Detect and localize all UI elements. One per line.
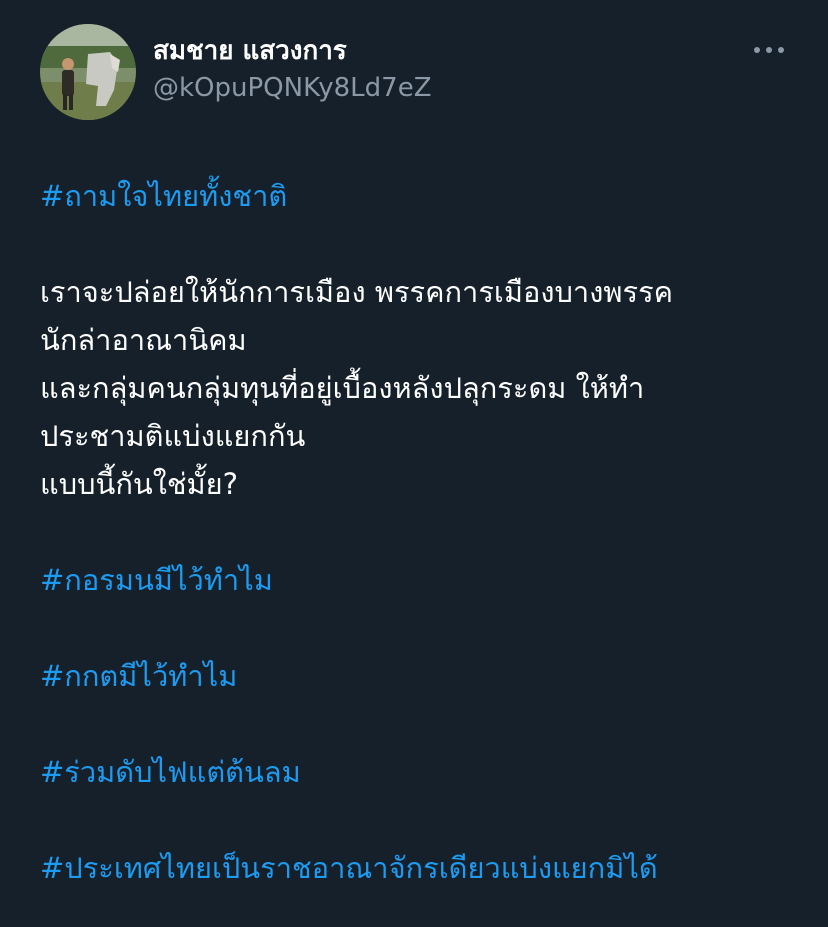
hashtag-link[interactable]: #ประเทศไทยเป็นราชอาณาจักรเดียวแบ่งแยกมิไ…	[40, 844, 800, 892]
tweet-text: #ถามใจไทยทั้งชาติ เราจะปล่อยให้นักการเมื…	[40, 172, 800, 892]
tweet-header: สมชาย แสวงการ @kOpuPQNKy8Ld7eZ	[40, 24, 788, 120]
more-dot	[766, 47, 772, 53]
tweet-line: เราจะปล่อยให้นักการเมือง พรรคการเมืองบาง…	[40, 275, 674, 309]
hashtag-link[interactable]: #ร่วมดับไฟแต่ต้นลม	[40, 748, 800, 796]
hashtag-link[interactable]: #ถามใจไทยทั้งชาติ	[40, 172, 800, 220]
more-dot	[778, 47, 784, 53]
avatar[interactable]	[40, 24, 136, 120]
display-name[interactable]: สมชาย แสวงการ	[153, 34, 432, 68]
hashtag-link[interactable]: #กอรมนมีไว้ทำไม	[40, 556, 800, 604]
more-horizontal-icon[interactable]	[752, 42, 786, 58]
tweet-line: และกลุ่มคนกลุ่มทุนที่อยู่เบื้องหลังปลุกร…	[40, 371, 645, 405]
more-dot	[754, 47, 760, 53]
tweet-line: แบบนี้กันใช่มั้ย?	[40, 467, 239, 501]
tweet-line: นักล่าอาณานิคม	[40, 323, 247, 357]
tweet-line: ประชามติแบ่งแยกกัน	[40, 419, 306, 453]
author-names: สมชาย แสวงการ @kOpuPQNKy8Ld7eZ	[153, 34, 432, 106]
user-handle[interactable]: @kOpuPQNKy8Ld7eZ	[153, 70, 432, 106]
hashtag-link[interactable]: #กกตมีไว้ทำไม	[40, 652, 800, 700]
avatar-photo	[40, 24, 136, 120]
